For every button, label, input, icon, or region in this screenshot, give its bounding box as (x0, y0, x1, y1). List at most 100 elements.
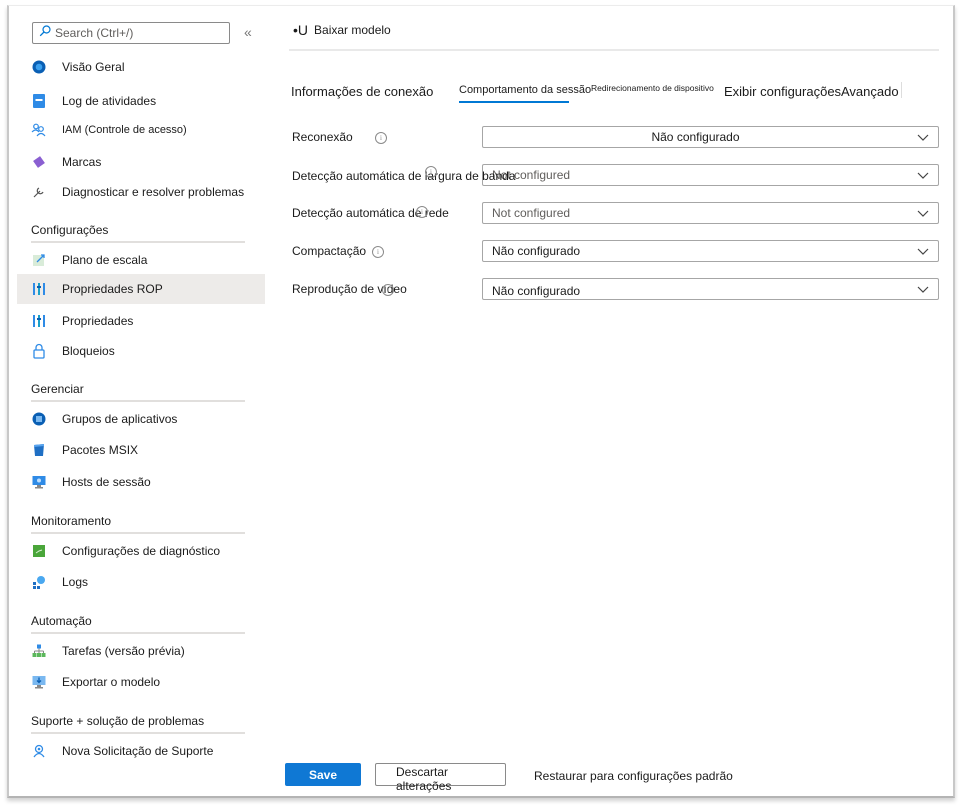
sidebar-item-logs[interactable]: Logs (17, 567, 265, 597)
info-icon[interactable]: i (416, 206, 428, 218)
chevron-down-icon (908, 210, 938, 217)
sidebar-item-label: Logs (62, 575, 89, 589)
sidebar-item-label: Pacotes MSIX (62, 443, 139, 457)
save-button[interactable]: Save (285, 763, 361, 786)
lock-icon (31, 343, 47, 359)
download-icon: •U (293, 22, 309, 38)
properties-icon (31, 281, 47, 297)
session-host-icon (31, 474, 47, 490)
sidebar-item-scaling-plan[interactable]: Plano de escala (17, 245, 265, 275)
sidebar-item-label: IAM (Controle de acesso) (62, 124, 187, 136)
dropdown-value: Not configured (492, 206, 571, 220)
sidebar-item-label: Propriedades (62, 314, 134, 328)
reconnection-label: Reconexão (292, 130, 353, 144)
sidebar-item-diagnose[interactable]: Diagnosticar e resolver problemas (17, 177, 265, 207)
search-box[interactable] (32, 22, 230, 44)
sidebar-item-tasks[interactable]: Tarefas (versão prévia) (17, 636, 265, 666)
compaction-label: Compactação (292, 244, 367, 258)
search-input[interactable] (55, 26, 215, 40)
dropdown-value: Não configurado (492, 244, 581, 258)
download-template-label: Baixar modelo (314, 23, 391, 37)
tab-advanced[interactable]: Avançado (841, 84, 899, 99)
download-template-button[interactable]: •U Baixar modelo (293, 22, 391, 38)
export-template-icon (31, 674, 47, 690)
compaction-dropdown[interactable]: Não configurado (482, 240, 939, 262)
info-icon[interactable]: i (375, 132, 387, 144)
sidebar-item-label: Grupos de aplicativos (62, 412, 178, 426)
dropdown-value: Não configurado (492, 283, 581, 298)
msix-package-icon (31, 442, 47, 458)
sidebar-item-label: Marcas (62, 155, 102, 169)
chevron-down-icon (908, 134, 938, 141)
info-icon[interactable]: i (382, 284, 394, 296)
sidebar-item-tags[interactable]: Marcas (17, 147, 265, 177)
chevron-down-icon (908, 286, 938, 293)
sidebar-item-label: Bloqueios (62, 344, 115, 358)
sidebar-item-label: Exportar o modelo (62, 675, 161, 689)
info-icon[interactable]: i (425, 166, 437, 178)
sidebar-item-label: Propriedades ROP (62, 282, 163, 296)
access-control-icon (31, 122, 47, 138)
wrench-icon (31, 184, 47, 200)
sidebar-item-overview[interactable]: Visão Geral (17, 52, 265, 82)
sidebar-item-diagnostic-settings[interactable]: Configurações de diagnóstico (17, 536, 265, 566)
sidebar-item-msix-packages[interactable]: Pacotes MSIX (17, 435, 265, 465)
sidebar-item-label: Tarefas (versão prévia) (62, 644, 185, 658)
video-playback-dropdown[interactable]: Não configurado (482, 278, 939, 300)
reconnection-dropdown[interactable]: Não configurado (482, 126, 939, 148)
sidebar-item-label: Nova Solicitação de Suporte (62, 744, 214, 758)
sidebar-item-locks[interactable]: Bloqueios (17, 336, 265, 366)
tab-session-behavior[interactable]: Comportamento da sessão (459, 84, 592, 103)
info-icon[interactable]: i (372, 246, 384, 258)
scaling-plan-icon (31, 252, 47, 268)
chevron-down-icon (908, 248, 938, 255)
tag-icon (31, 154, 47, 170)
section-header-monitoramento: Monitoramento (31, 514, 245, 534)
toolbar-divider (289, 49, 939, 51)
active-tab-indicator (459, 101, 569, 103)
tab-connection-info[interactable]: Informações de conexão (291, 84, 433, 99)
sidebar: « Visão Geral Log de atividades IAM (Con… (9, 6, 273, 796)
support-request-icon (31, 743, 47, 759)
collapse-sidebar-button[interactable]: « (244, 24, 252, 40)
section-header-suporte: Suporte + solução de problemas (31, 714, 245, 734)
section-header-automacao: Automação (31, 614, 245, 634)
tab-device-redirection[interactable]: Redirecionamento de dispositivo (591, 83, 714, 93)
logs-icon (31, 574, 47, 590)
sidebar-item-label: Log de atividades (62, 94, 157, 108)
overview-icon (31, 59, 47, 75)
chevron-down-icon (908, 172, 938, 179)
sidebar-item-export-template[interactable]: Exportar o modelo (17, 667, 265, 697)
tab-divider (901, 82, 902, 98)
sidebar-item-access-control[interactable]: IAM (Controle de acesso) (17, 115, 265, 145)
sidebar-item-label: Plano de escala (62, 253, 148, 267)
tasks-icon (31, 643, 47, 659)
app-groups-icon (31, 411, 47, 427)
tab-label: Comportamento da sessão (459, 84, 592, 96)
restore-defaults-button[interactable]: Restaurar para configurações padrão (534, 769, 733, 783)
sidebar-item-label: Hosts de sessão (62, 475, 151, 489)
bandwidth-detection-label: Detecção automática de largura de banda (292, 169, 516, 183)
bandwidth-detection-dropdown[interactable]: Not configured (482, 164, 939, 186)
dropdown-value: Não configurado (651, 130, 740, 144)
tab-display-settings[interactable]: Exibir configurações (724, 84, 841, 99)
sidebar-item-app-groups[interactable]: Grupos de aplicativos (17, 404, 265, 434)
sidebar-item-session-hosts[interactable]: Hosts de sessão (17, 467, 265, 497)
activity-log-icon (31, 93, 47, 109)
sidebar-item-rdp-properties[interactable]: Propriedades ROP (17, 274, 265, 304)
section-header-gerenciar: Gerenciar (31, 382, 245, 402)
network-detection-dropdown[interactable]: Not configured (482, 202, 939, 224)
sidebar-item-label: Diagnosticar e resolver problemas (62, 185, 245, 199)
sidebar-item-label: Visão Geral (62, 60, 125, 74)
search-icon (39, 24, 51, 42)
sidebar-item-new-support-request[interactable]: Nova Solicitação de Suporte (17, 736, 265, 766)
dropdown-value: Not configured (492, 168, 571, 182)
sidebar-item-properties[interactable]: Propriedades (17, 306, 265, 336)
properties-icon (31, 313, 47, 329)
app-window: « Visão Geral Log de atividades IAM (Con… (7, 5, 955, 798)
section-header-configuracoes: Configurações (31, 223, 245, 243)
discard-changes-button[interactable]: Descartar alterações (375, 763, 506, 793)
diagnostic-settings-icon (31, 543, 47, 559)
sidebar-item-activity-log[interactable]: Log de atividades (17, 86, 265, 116)
sidebar-item-label: Configurações de diagnóstico (62, 544, 221, 558)
